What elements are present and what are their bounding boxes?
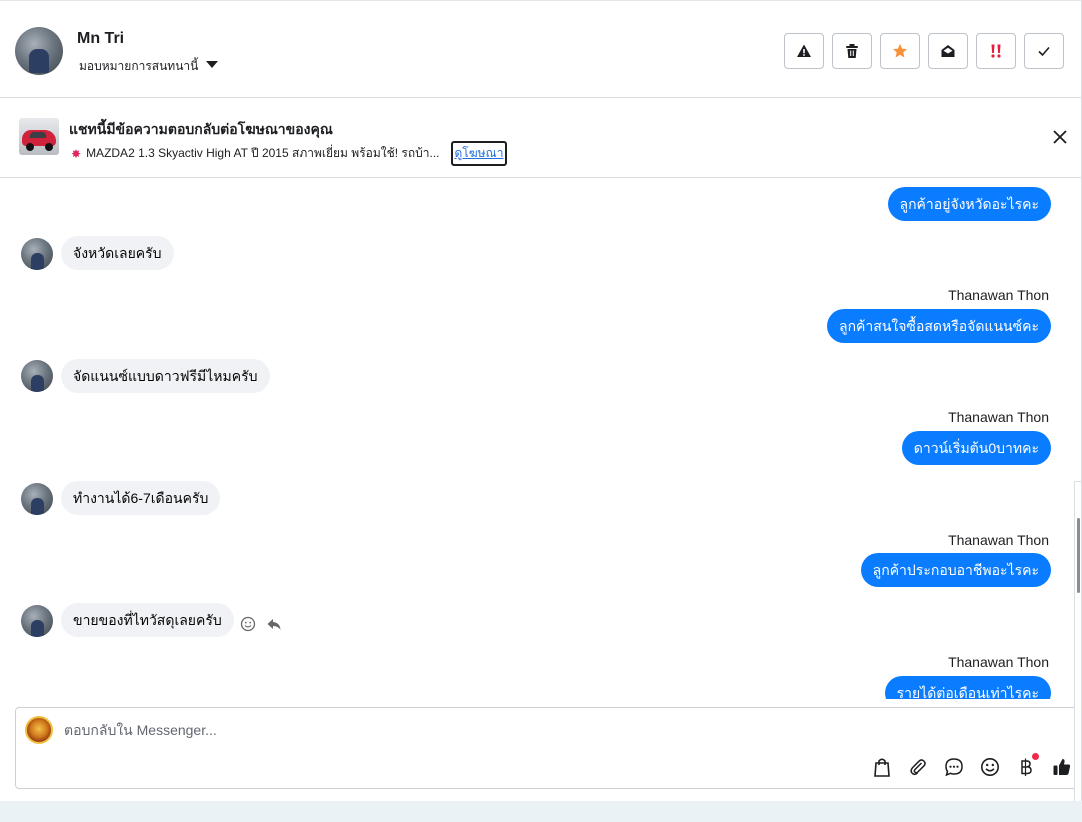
reply-icon[interactable] bbox=[266, 616, 282, 632]
sender-name: Thanawan Thon bbox=[948, 409, 1049, 425]
contact-avatar[interactable] bbox=[15, 27, 63, 75]
exclamation-icon bbox=[991, 44, 1001, 58]
chat-bubble-icon bbox=[945, 758, 963, 777]
attach-button[interactable] bbox=[907, 756, 929, 778]
incoming-message-bubble[interactable]: จัดแนนซ์แบบดาวฟรีมีไหมครับ bbox=[61, 359, 270, 393]
ad-description: MAZDA2 1.3 Skyactiv High AT ปี 2015 สภาพ… bbox=[86, 146, 440, 160]
page-background bbox=[0, 801, 1082, 822]
check-icon bbox=[1038, 46, 1050, 57]
conversation-panel: Mn Tri มอบหมายการสนทนานี้ แชทนี้มีข้อควา… bbox=[0, 0, 1082, 822]
action-toolbar bbox=[784, 33, 1064, 69]
sender-name: Thanawan Thon bbox=[948, 287, 1049, 303]
notification-dot bbox=[1032, 753, 1039, 760]
emoji-react-icon[interactable] bbox=[240, 616, 256, 632]
priority-button[interactable] bbox=[976, 33, 1016, 69]
sender-name: Thanawan Thon bbox=[948, 654, 1049, 670]
envelope-open-icon bbox=[941, 45, 955, 57]
message-actions bbox=[240, 616, 282, 632]
assign-conversation-dropdown[interactable]: มอบหมายการสนทนานี้ bbox=[79, 57, 219, 76]
scrollbar-thumb[interactable] bbox=[1077, 518, 1080, 593]
report-button[interactable] bbox=[784, 33, 824, 69]
incoming-message-bubble[interactable]: ขายของที่ไทวัสดุเลยครับ bbox=[61, 603, 234, 637]
outgoing-message-bubble[interactable]: ลูกค้าประกอบอาชีพอะไรคะ bbox=[860, 553, 1051, 587]
contact-avatar-small bbox=[21, 483, 53, 515]
delete-button[interactable] bbox=[832, 33, 872, 69]
incoming-message-bubble[interactable]: ทำงานได้6-7เดือนครับ bbox=[61, 481, 221, 515]
smiley-icon bbox=[981, 758, 999, 776]
ad-thumbnail[interactable] bbox=[19, 118, 59, 155]
paperclip-icon bbox=[910, 759, 926, 776]
page-avatar bbox=[25, 716, 53, 744]
shopping-bag-icon bbox=[874, 758, 890, 777]
assign-label: มอบหมายการสนทนานี้ bbox=[79, 59, 199, 73]
contact-avatar-small bbox=[21, 238, 53, 270]
emoji-button[interactable] bbox=[979, 756, 1001, 778]
conversation-header: Mn Tri มอบหมายการสนทนานี้ bbox=[0, 2, 1082, 98]
composer-toolbar bbox=[871, 753, 1073, 778]
outgoing-message-bubble[interactable]: ลูกค้าสนใจซื้อสดหรือจัดแนนซ์คะ bbox=[827, 309, 1051, 343]
mark-unread-button[interactable] bbox=[928, 33, 968, 69]
outgoing-message-bubble[interactable]: ลูกค้าอยู่จังหวัดอะไรคะ bbox=[887, 187, 1051, 221]
saved-replies-button[interactable] bbox=[943, 756, 965, 778]
incoming-message-bubble[interactable]: จังหวัดเลยครับ bbox=[61, 236, 174, 270]
caret-down-icon bbox=[206, 61, 219, 68]
contact-avatar-small bbox=[21, 360, 53, 392]
star-button[interactable] bbox=[880, 33, 920, 69]
like-button[interactable] bbox=[1051, 756, 1073, 778]
trash-icon bbox=[846, 44, 858, 58]
message-list[interactable]: ลูกค้าอยู่จังหวัดอะไรคะ จังหวัดเลยครับ T… bbox=[0, 179, 1082, 699]
sender-name: Thanawan Thon bbox=[948, 532, 1049, 548]
thumbs-up-icon bbox=[1053, 759, 1071, 775]
ad-description-row: ✸ MAZDA2 1.3 Skyactiv High AT ปี 2015 สภ… bbox=[71, 141, 508, 166]
baht-icon bbox=[1021, 758, 1032, 776]
payment-button[interactable] bbox=[1015, 753, 1039, 778]
warning-icon bbox=[797, 44, 811, 57]
message-composer bbox=[15, 707, 1080, 789]
shopping-bag-button[interactable] bbox=[871, 756, 893, 778]
ad-banner-title: แชทนี้มีข้อความตอบกลับต่อโฆษณาของคุณ bbox=[69, 121, 333, 137]
view-ad-link[interactable]: ดูโฆษณา bbox=[450, 141, 508, 166]
reply-input[interactable] bbox=[64, 722, 764, 738]
star-icon bbox=[893, 44, 907, 58]
sparkle-icon: ✸ bbox=[71, 146, 82, 161]
close-icon[interactable] bbox=[1052, 129, 1068, 145]
outgoing-message-bubble[interactable]: รายได้ต่อเดือนเท่าไรคะ bbox=[884, 676, 1051, 699]
contact-avatar-small bbox=[21, 605, 53, 637]
contact-name[interactable]: Mn Tri bbox=[77, 30, 124, 48]
ad-reply-banner: แชทนี้มีข้อความตอบกลับต่อโฆษณาของคุณ ✸ M… bbox=[0, 98, 1082, 178]
outgoing-message-bubble[interactable]: ดาวน์เริ่มต้น0บาทคะ bbox=[901, 431, 1051, 465]
done-button[interactable] bbox=[1024, 33, 1064, 69]
